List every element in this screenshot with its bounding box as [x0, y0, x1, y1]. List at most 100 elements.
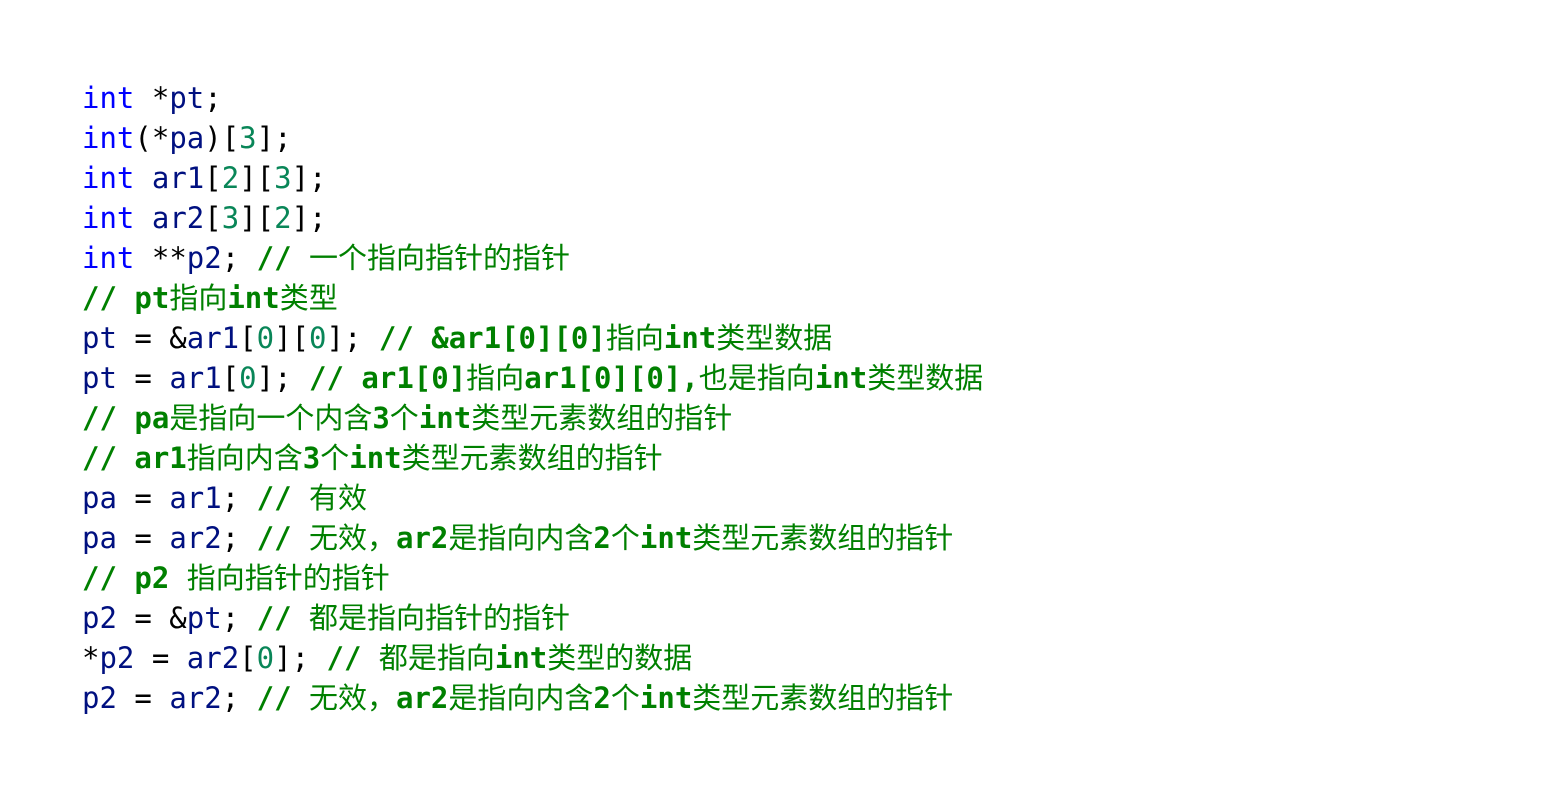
comment-token: 都是指向指针的指针 — [291, 601, 570, 635]
comment-token-bold: int — [639, 521, 693, 555]
punctuation-token: [ — [221, 361, 240, 395]
comment-token: 是指向内含 — [448, 521, 594, 555]
comment-token-bold: // — [256, 601, 292, 635]
punctuation-token: ; — [221, 681, 257, 715]
comment-token: 类型数据 — [867, 361, 984, 395]
punctuation-token: ; — [221, 601, 257, 635]
punctuation-token — [134, 241, 151, 275]
operator-token: = & — [116, 321, 187, 355]
operator-token: = — [116, 481, 170, 515]
identifier-token: pa — [82, 521, 117, 555]
punctuation-token: ]; — [291, 161, 327, 195]
comment-token: 指向 — [605, 321, 664, 355]
comment-token: 类型数据 — [716, 321, 833, 355]
operator-token: * — [151, 81, 170, 115]
operator-token: = & — [116, 601, 187, 635]
keyword-token: int — [82, 81, 135, 115]
comment-token-bold: int — [814, 361, 868, 395]
punctuation-token: [ — [204, 161, 222, 195]
punctuation-token — [134, 161, 151, 195]
comment-token: 类型元素数组的指针 — [692, 521, 954, 555]
code-line: // p2 指向指针的指针 — [82, 558, 983, 598]
comment-token: 指向 — [169, 281, 228, 315]
punctuation-token: ]; — [291, 201, 327, 235]
comment-token-bold: // — [326, 641, 362, 675]
keyword-token: int — [82, 161, 135, 195]
operator-token: = — [116, 361, 170, 395]
comment-token: 个 — [610, 521, 640, 555]
comment-token-bold: ar1[0][0], — [524, 361, 699, 395]
identifier-token: ar2 — [169, 681, 222, 715]
punctuation-token: [ — [204, 201, 222, 235]
keyword-token: int — [82, 241, 135, 275]
comment-token: 也是指向 — [698, 361, 815, 395]
identifier-token: p2 — [186, 241, 222, 275]
comment-token: 都是指向 — [361, 641, 495, 675]
punctuation-token: ]; — [326, 321, 379, 355]
punctuation-token: ; — [204, 81, 222, 115]
comment-token: 指向指针的指针 — [169, 561, 390, 595]
punctuation-token: ][ — [239, 201, 275, 235]
comment-token-bold: int — [663, 321, 717, 355]
code-line: p2 = ar2; // 无效，ar2是指向内含2个int类型元素数组的指针 — [82, 678, 983, 718]
comment-token-bold: // p2 — [82, 561, 170, 595]
comment-token: 类型元素数组的指针 — [471, 401, 733, 435]
keyword-token: int — [82, 121, 135, 155]
comment-token-bold: // pt — [82, 281, 170, 315]
number-token: 0 — [309, 321, 327, 355]
code-line: *p2 = ar2[0]; // 都是指向int类型的数据 — [82, 638, 983, 678]
comment-token: 无效， — [291, 681, 397, 715]
number-token: 2 — [221, 161, 240, 195]
code-line: pt = ar1[0]; // ar1[0]指向ar1[0][0],也是指向in… — [82, 358, 983, 398]
comment-token: 是指向一个内含 — [169, 401, 373, 435]
comment-token-bold: 2 — [593, 681, 611, 715]
number-token: 0 — [256, 641, 275, 675]
code-line: int ar2[3][2]; — [82, 198, 983, 238]
identifier-token: pt — [82, 321, 117, 355]
comment-token: 类型 — [279, 281, 338, 315]
identifier-token: ar1 — [169, 361, 222, 395]
identifier-token: pt — [186, 601, 222, 635]
comment-token: 类型元素数组的指针 — [692, 681, 954, 715]
identifier-token: p2 — [82, 681, 117, 715]
comment-token-bold: ar2 — [396, 681, 449, 715]
keyword-token: int — [82, 201, 135, 235]
code-line: int **p2; // 一个指向指针的指针 — [82, 238, 983, 278]
comment-token-bold: // — [256, 681, 292, 715]
number-token: 3 — [221, 201, 240, 235]
code-line: pt = &ar1[0][0]; // &ar1[0][0]指向int类型数据 — [82, 318, 983, 358]
comment-token-bold: 3 — [372, 401, 390, 435]
comment-token: 类型的数据 — [547, 641, 693, 675]
code-block: int *pt; int(*pa)[3]; int ar1[2][3]; int ar… — [82, 78, 983, 718]
comment-token-bold: int — [494, 641, 548, 675]
punctuation-token: (* — [134, 121, 170, 155]
comment-token: 有效 — [291, 481, 368, 515]
comment-token-bold: int — [349, 441, 402, 475]
punctuation-token: [ — [239, 641, 257, 675]
code-line: // ar1指向内含3个int类型元素数组的指针 — [82, 438, 983, 478]
comment-token: 个 — [389, 401, 419, 435]
identifier-token: ar1 — [151, 161, 205, 195]
comment-token-bold: // — [256, 521, 292, 555]
code-line: pa = ar2; // 无效，ar2是指向内含2个int类型元素数组的指针 — [82, 518, 983, 558]
identifier-token: p2 — [82, 601, 117, 635]
code-line: int ar1[2][3]; — [82, 158, 983, 198]
punctuation-token: ]; — [256, 121, 292, 155]
punctuation-token: ][ — [274, 321, 310, 355]
number-token: 0 — [239, 361, 257, 395]
code-line: // pt指向int类型 — [82, 278, 983, 318]
comment-token-bold: // ar1 — [82, 441, 187, 475]
comment-token-bold: int — [639, 681, 693, 715]
identifier-token: pt — [82, 361, 117, 395]
punctuation-token: ; — [221, 521, 257, 555]
comment-token: 指向 — [466, 361, 525, 395]
punctuation-token: ; — [221, 481, 257, 515]
code-line: pa = ar1; // 有效 — [82, 478, 983, 518]
identifier-token: ar2 — [186, 641, 240, 675]
identifier-token: pa — [82, 481, 117, 515]
identifier-token: ar2 — [151, 201, 205, 235]
comment-token-bold: // — [256, 481, 292, 515]
code-line: // pa是指向一个内含3个int类型元素数组的指针 — [82, 398, 983, 438]
comment-token-bold: // — [256, 241, 292, 275]
identifier-token: ar2 — [169, 521, 222, 555]
